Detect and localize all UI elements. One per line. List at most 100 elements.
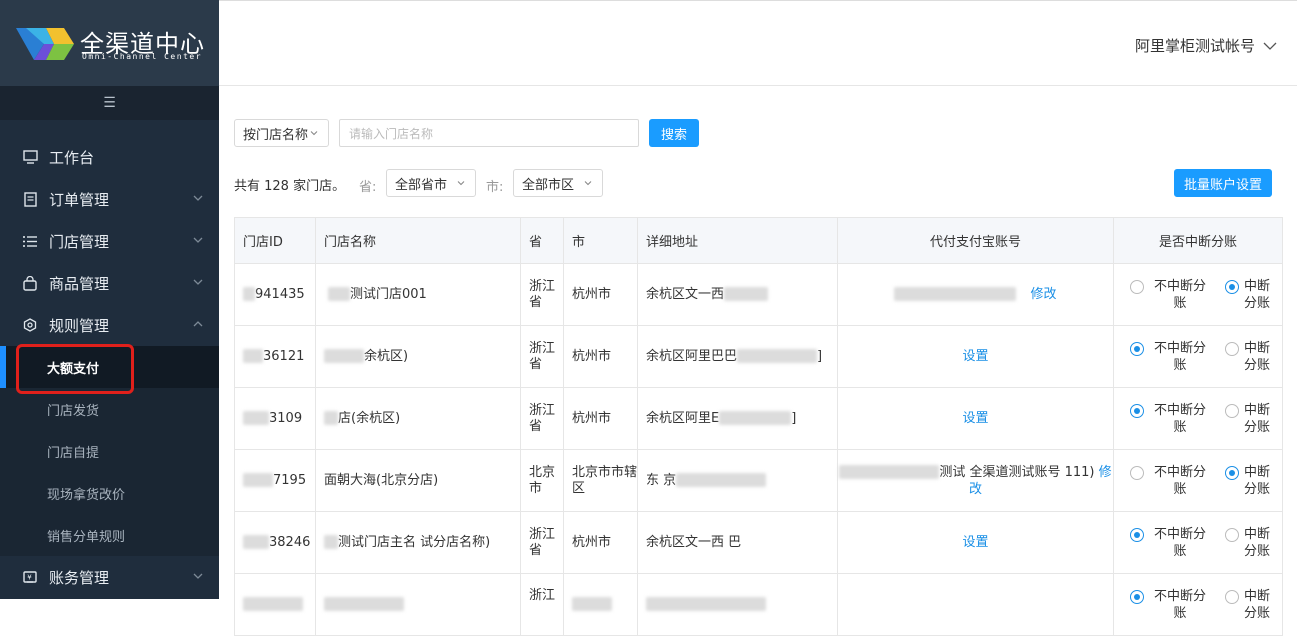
cell-store-id (234, 573, 316, 636)
table-row: 38246 测试门店主名 试分店名称) 浙江省 杭州市 余杭区文一西 巴 设置 … (234, 511, 1283, 574)
sidebar-item-workbench[interactable]: 工作台 (0, 136, 219, 178)
cell-province: 北京市 (520, 449, 564, 512)
city-label: 市: (486, 180, 504, 195)
cell-address (637, 573, 838, 636)
search-type-select[interactable]: 按门店名称 (234, 119, 329, 147)
table-row: 36121 余杭区) 浙江省 杭州市 余杭区阿里巴巴] 设置 不中断分账 中断分… (234, 325, 1283, 388)
chevron-down-icon (457, 181, 465, 186)
document-icon (22, 191, 38, 207)
search-button-label: 搜索 (660, 127, 687, 143)
radio-no-interrupt[interactable]: 不中断分账 (1130, 526, 1211, 560)
radio-interrupt[interactable]: 中断分账 (1225, 340, 1274, 374)
column-header-province: 省 (520, 217, 564, 264)
province-select[interactable]: 全部省市 (386, 169, 476, 197)
radio-circle-selected (1130, 527, 1144, 542)
brand-subtitle: Omni-Channel Center (82, 52, 203, 61)
sidebar-item-rules[interactable]: 规则管理 (0, 304, 219, 346)
cell-interrupt-split: 不中断分账 中断分账 (1113, 511, 1283, 574)
sidebar-subitem-onsite-price-change[interactable]: 现场拿货改价 (0, 472, 219, 514)
bag-icon (22, 275, 38, 291)
set-account-link[interactable]: 设置 (962, 535, 988, 550)
menu-collapse-icon: ☰ (103, 95, 116, 111)
sidebar-item-label: 订单管理 (49, 190, 110, 209)
sidebar-subitem-label: 门店自提 (47, 445, 100, 461)
set-account-link[interactable]: 设置 (962, 411, 988, 426)
table-header-row: 门店ID 门店名称 省 市 详细地址 代付支付宝账号 是否中断分账 (234, 217, 1283, 264)
cell-alipay-account: 设置 (837, 511, 1114, 574)
cell-province: 浙江 (520, 573, 564, 636)
cell-alipay-account: 测试 全渠道测试账号 111) 修改 (837, 449, 1114, 512)
cell-province: 浙江省 (520, 511, 564, 574)
cell-store-name: 测试门店主名 试分店名称) (315, 511, 521, 574)
store-total-count: 共有 128 家门店。 (234, 179, 346, 194)
table-row: 3109 店(余杭区) 浙江省 杭州市 余杭区阿里E] 设置 不中断分账 中断分… (234, 387, 1283, 450)
column-header-alipay-account: 代付支付宝账号 (837, 217, 1114, 264)
table-row: 浙江 不中断分账 中断分账 (234, 573, 1283, 636)
cell-address: 余杭区文一西 巴 (637, 511, 838, 574)
radio-circle (1225, 590, 1239, 604)
sidebar-subitem-store-shipping[interactable]: 门店发货 (0, 388, 219, 430)
radio-circle (1225, 403, 1239, 418)
sidebar-item-orders[interactable]: 订单管理 (0, 178, 219, 220)
radio-no-interrupt[interactable]: 不中断分账 (1130, 340, 1211, 374)
annotation-highlight-box (16, 344, 134, 394)
cell-city: 北京市市辖区 (563, 449, 638, 512)
city-value: 全部市区 (522, 177, 575, 193)
edit-account-link[interactable]: 修改 (1030, 287, 1056, 302)
radio-no-interrupt[interactable]: 不中断分账 (1130, 402, 1211, 436)
cell-address: 东 京 (637, 449, 838, 512)
chevron-down-icon (193, 279, 203, 285)
chevron-down-icon (193, 237, 203, 243)
sidebar-item-accounting[interactable]: ¥ 账务管理 (0, 556, 219, 598)
batch-account-settings-button[interactable]: 批量账户设置 (1174, 169, 1272, 197)
chevron-down-icon (310, 131, 318, 136)
active-indicator (0, 346, 6, 388)
radio-circle-selected (1225, 465, 1239, 480)
radio-circle (1225, 527, 1239, 542)
sidebar-subitem-label: 现场拿货改价 (47, 487, 126, 503)
cell-alipay-account: 设置 (837, 387, 1114, 450)
wallet-icon: ¥ (22, 569, 38, 585)
search-button[interactable]: 搜索 (649, 119, 699, 147)
sidebar-item-label: 商品管理 (49, 274, 110, 293)
radio-interrupt[interactable]: 中断分账 (1225, 402, 1274, 436)
radio-no-interrupt[interactable]: 不中断分账 (1130, 588, 1211, 622)
cell-province: 浙江省 (520, 387, 564, 450)
radio-circle-selected (1130, 403, 1144, 418)
cell-address: 余杭区文一西 (637, 263, 838, 326)
city-select[interactable]: 全部市区 (513, 169, 603, 197)
radio-interrupt[interactable]: 中断分账 (1225, 464, 1274, 498)
sidebar-item-products[interactable]: 商品管理 (0, 262, 219, 304)
cell-store-id: 941435 (234, 263, 316, 326)
set-account-link[interactable]: 设置 (962, 349, 988, 364)
cell-store-name: 店(余杭区) (315, 387, 521, 450)
search-placeholder: 请输入门店名称 (349, 126, 434, 141)
radio-no-interrupt[interactable]: 不中断分账 (1130, 464, 1211, 498)
radio-interrupt[interactable]: 中断分账 (1225, 588, 1274, 622)
chevron-down-icon (193, 573, 203, 579)
brand-header: 全渠道中心 Omni-Channel Center (0, 0, 219, 86)
sidebar-item-stores[interactable]: 门店管理 (0, 220, 219, 262)
radio-interrupt[interactable]: 中断分账 (1225, 526, 1274, 560)
cell-province: 浙江省 (520, 325, 564, 388)
column-header-address: 详细地址 (637, 217, 838, 264)
batch-button-label: 批量账户设置 (1183, 177, 1262, 193)
cell-alipay-account: 设置 (837, 325, 1114, 388)
cell-store-id: 38246 (234, 511, 316, 574)
column-header-store-name: 门店名称 (315, 217, 521, 264)
column-header-store-id: 门店ID (234, 217, 316, 264)
cell-store-id: 3109 (234, 387, 316, 450)
sidebar-subitem-sales-split-rules[interactable]: 销售分单规则 (0, 514, 219, 556)
radio-no-interrupt[interactable]: 不中断分账 (1130, 278, 1211, 312)
sidebar-subitem-store-pickup[interactable]: 门店自提 (0, 430, 219, 472)
monitor-icon (22, 149, 38, 165)
account-menu[interactable]: 阿里掌柜测试帐号 (1135, 35, 1277, 56)
search-type-value: 按门店名称 (243, 127, 309, 143)
cell-city (563, 573, 638, 636)
sidebar: 全渠道中心 Omni-Channel Center ☰ 工作台 订单管理 门店管… (0, 0, 219, 599)
radio-interrupt[interactable]: 中断分账 (1225, 278, 1274, 312)
table-row: 7195 面朝大海(北京分店) 北京市 北京市市辖区 东 京 测试 全渠道测试账… (234, 449, 1283, 512)
store-search-input[interactable]: 请输入门店名称 (339, 119, 639, 147)
collapse-menu-button[interactable]: ☰ (0, 86, 219, 120)
chevron-down-icon (1263, 42, 1277, 50)
